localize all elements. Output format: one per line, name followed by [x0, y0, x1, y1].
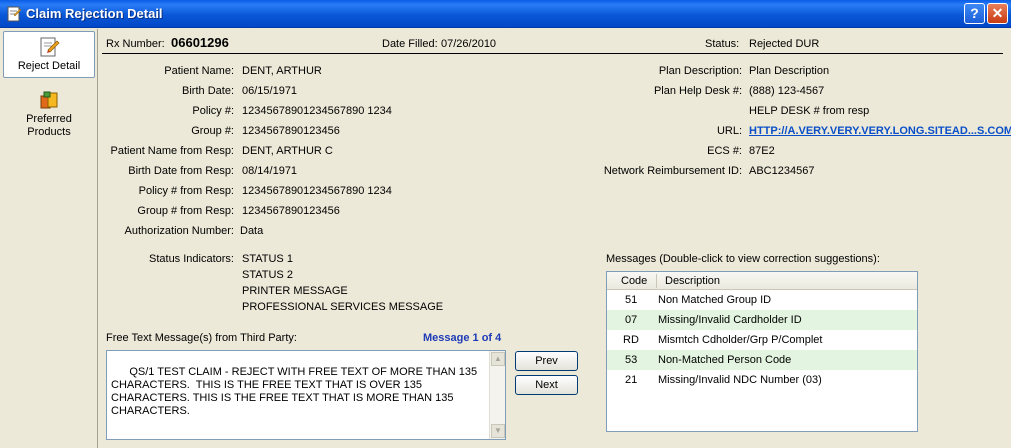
prev-button[interactable]: Prev	[515, 351, 578, 371]
row-description: Missing/Invalid NDC Number (03)	[658, 374, 822, 386]
messages-label: Messages (Double-click to view correctio…	[606, 253, 880, 265]
group-label: Group #:	[191, 125, 234, 137]
row-description: Non-Matched Person Code	[658, 354, 792, 366]
help-desk-note: HELP DESK # from resp	[749, 105, 870, 117]
status-indicator-item: STATUS 1	[242, 253, 293, 265]
row-code: 53	[625, 354, 638, 366]
patient-name-label: Patient Name:	[164, 65, 234, 77]
status-value: Rejected DUR	[749, 38, 820, 50]
nav-item-preferred-products[interactable]: Preferred Products	[3, 85, 95, 138]
status-label: Status:	[705, 38, 740, 50]
row-code: 21	[625, 374, 638, 386]
status-indicator-item: PRINTER MESSAGE	[242, 285, 348, 297]
nav-label: Reject Detail	[17, 60, 81, 72]
birth-date-resp-label: Birth Date from Resp:	[128, 165, 234, 177]
document-edit-icon	[40, 37, 60, 57]
nav-item-reject-detail[interactable]: Reject Detail	[3, 31, 95, 78]
group-value: 1234567890123456	[242, 125, 340, 137]
plan-description-value: Plan Description	[749, 65, 830, 77]
free-text-content: QS/1 TEST CLAIM - REJECT WITH FREE TEXT …	[111, 366, 481, 417]
birth-date-label: Birth Date:	[182, 85, 234, 97]
free-text-label: Free Text Message(s) from Third Party:	[106, 332, 297, 344]
patient-name-value: DENT, ARTHUR	[242, 65, 322, 77]
birth-date-resp-value: 08/14/1971	[242, 165, 298, 177]
help-button[interactable]: ?	[964, 3, 985, 24]
authorization-label: Authorization Number:	[124, 225, 234, 237]
group-resp-value: 1234567890123456	[242, 205, 340, 217]
plan-help-desk-label: Plan Help Desk #:	[653, 85, 742, 97]
ecs-label: ECS #:	[707, 145, 742, 157]
messages-table: Code Description 51 Non Matched Group ID…	[606, 271, 918, 432]
next-button[interactable]: Next	[515, 375, 578, 395]
message-counter: Message 1 of 4	[423, 332, 502, 344]
row-description: Non Matched Group ID	[658, 294, 772, 306]
network-reimbursement-label: Network Reimbursement ID:	[603, 165, 742, 177]
main-panel: Rx Number: 06601296 Date Filled: 07/26/2…	[99, 29, 1011, 448]
rx-number-label: Rx Number:	[106, 38, 165, 50]
date-filled-value: 07/26/2010	[441, 38, 497, 50]
status-indicators-label: Status Indicators:	[149, 253, 234, 265]
policy-label: Policy #:	[192, 105, 234, 117]
title-bar: Claim Rejection Detail ? ✕	[0, 0, 1011, 28]
left-navigation: Reject Detail Preferred Products	[0, 29, 98, 448]
network-reimbursement-value: ABC1234567	[749, 165, 815, 177]
table-row[interactable]: 21 Missing/Invalid NDC Number (03)	[607, 370, 917, 390]
status-indicator-item: STATUS 2	[242, 269, 293, 281]
free-text-scrollbar[interactable]: ▲ ▼	[489, 351, 505, 439]
row-description: Missing/Invalid Cardholder ID	[658, 314, 802, 326]
ecs-value: 87E2	[749, 145, 775, 157]
row-code: 51	[625, 294, 638, 306]
messages-table-header: Code Description	[607, 272, 917, 290]
table-row[interactable]: 51 Non Matched Group ID	[607, 290, 917, 310]
policy-resp-label: Policy # from Resp:	[138, 185, 234, 197]
plan-help-desk-value: (888) 123-4567	[749, 85, 825, 97]
description-column-header[interactable]: Description	[665, 275, 720, 287]
patient-name-resp-value: DENT, ARTHUR C	[242, 145, 333, 157]
claim-rejection-window: Claim Rejection Detail ? ✕ Reject Detail…	[0, 0, 1011, 448]
free-text-box[interactable]: QS/1 TEST CLAIM - REJECT WITH FREE TEXT …	[106, 350, 506, 440]
row-code: 07	[625, 314, 638, 326]
plan-description-label: Plan Description:	[658, 65, 742, 77]
row-code: RD	[623, 334, 639, 346]
policy-resp-value: 12345678901234567890 1234	[242, 185, 392, 197]
window-title: Claim Rejection Detail	[26, 6, 163, 21]
scroll-down-icon[interactable]: ▼	[491, 424, 505, 438]
nav-label: Preferred Products	[26, 113, 72, 138]
document-app-icon	[7, 6, 22, 22]
group-resp-label: Group # from Resp:	[137, 205, 234, 217]
scroll-up-icon[interactable]: ▲	[491, 352, 505, 366]
column-divider	[656, 274, 657, 288]
close-button[interactable]: ✕	[987, 3, 1008, 24]
status-indicator-item: PROFESSIONAL SERVICES MESSAGE	[242, 301, 444, 313]
birth-date-value: 06/15/1971	[242, 85, 298, 97]
policy-value: 12345678901234567890 1234	[242, 105, 392, 117]
table-row[interactable]: 53 Non-Matched Person Code	[607, 350, 917, 370]
rx-number-value: 06601296	[171, 35, 229, 50]
table-row[interactable]: RD Mismtch Cdholder/Grp P/Complet	[607, 330, 917, 350]
header-divider	[102, 53, 1003, 54]
row-description: Mismtch Cdholder/Grp P/Complet	[658, 334, 823, 346]
patient-name-resp-label: Patient Name from Resp:	[110, 145, 235, 157]
code-column-header[interactable]: Code	[621, 275, 647, 287]
date-filled-label: Date Filled:	[382, 38, 438, 50]
url-label: URL:	[716, 125, 742, 137]
authorization-value: Data	[240, 225, 264, 237]
table-row[interactable]: 07 Missing/Invalid Cardholder ID	[607, 310, 917, 330]
url-link[interactable]: HTTP://A.VERY.VERY.VERY.LONG.SITEAD...S.…	[749, 125, 1011, 137]
products-box-icon	[40, 91, 58, 109]
